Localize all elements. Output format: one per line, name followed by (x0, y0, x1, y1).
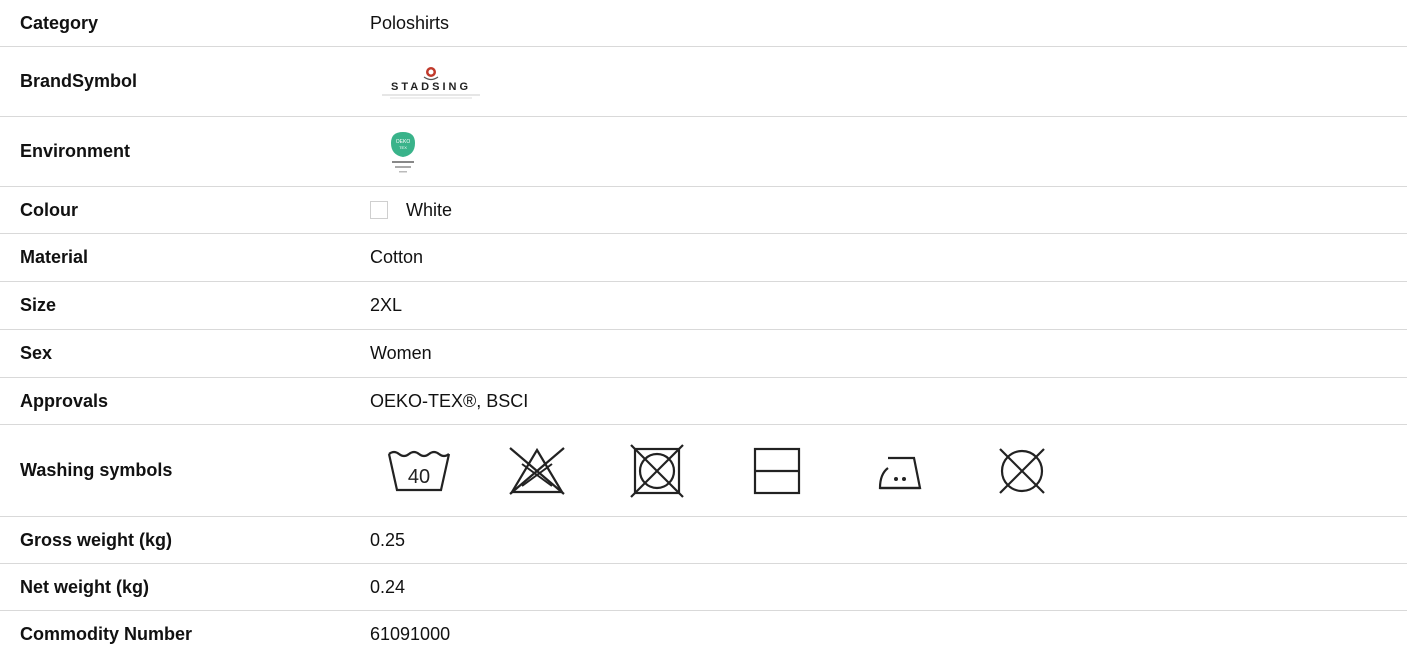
spec-row-commodity: Commodity Number 61091000 (0, 611, 1407, 658)
spec-label: Commodity Number (20, 624, 193, 644)
spec-value: 0.25 (370, 529, 406, 550)
spec-value: 61091000 (370, 624, 451, 644)
spec-label: Size (20, 295, 57, 315)
spec-label: Washing symbols (20, 460, 173, 480)
no-bleach-icon (508, 441, 630, 501)
spec-row-sex: Sex Women (0, 330, 1407, 378)
washing-symbols: 40 (362, 441, 1118, 501)
environment-badge: OEKO TEX (362, 129, 418, 175)
spec-label: Colour (20, 199, 78, 220)
spec-label: Category (20, 12, 99, 33)
spec-value: Poloshirts (370, 12, 450, 33)
spec-label: Sex (20, 343, 53, 363)
svg-text:STADSING: STADSING (391, 81, 471, 93)
spec-row-colour: Colour White (0, 187, 1407, 234)
wash-temp-label: 40 (408, 466, 430, 488)
iron-medium-icon (874, 441, 996, 501)
spec-row-material: Material Cotton (0, 234, 1407, 282)
spec-label: Approvals (20, 390, 109, 411)
spec-label: Material (20, 247, 89, 267)
spec-value: 2XL (370, 295, 403, 315)
product-spec-table: Category Poloshirts BrandSymbol STADSING… (0, 0, 1407, 658)
spec-label: Net weight (kg) (20, 576, 149, 597)
spec-row-washing: Washing symbols 40 (0, 425, 1407, 517)
wash-40-icon: 40 (386, 441, 508, 501)
brand-logo: STADSING (362, 62, 492, 102)
spec-row-net-weight: Net weight (kg) 0.24 (0, 564, 1407, 611)
spec-label: Gross weight (kg) (20, 529, 173, 550)
spec-label: BrandSymbol (20, 71, 138, 91)
spec-row-category: Category Poloshirts (0, 0, 1407, 47)
dry-flat-icon (752, 441, 874, 501)
stadsing-logo-icon: STADSING (370, 62, 492, 102)
no-dry-clean-icon (996, 441, 1118, 501)
spec-row-gross-weight: Gross weight (kg) 0.25 (0, 517, 1407, 564)
spec-value: Cotton (370, 247, 424, 267)
oeko-tex-badge-icon: OEKO TEX (388, 129, 418, 175)
no-tumble-dry-icon (630, 441, 752, 501)
spec-row-environment: Environment OEKO TEX (0, 117, 1407, 187)
colour-swatch (370, 201, 388, 219)
spec-row-approvals: Approvals OEKO-TEX®, BSCI (0, 378, 1407, 425)
spec-value: OEKO-TEX®, BSCI (370, 390, 529, 411)
spec-row-brand: BrandSymbol STADSING (0, 47, 1407, 117)
spec-row-size: Size 2XL (0, 282, 1407, 330)
svg-text:TEX: TEX (399, 145, 407, 150)
spec-value: White (406, 199, 453, 220)
spec-value: Women (370, 343, 432, 363)
spec-value: 0.24 (370, 576, 406, 597)
spec-label: Environment (20, 141, 131, 161)
